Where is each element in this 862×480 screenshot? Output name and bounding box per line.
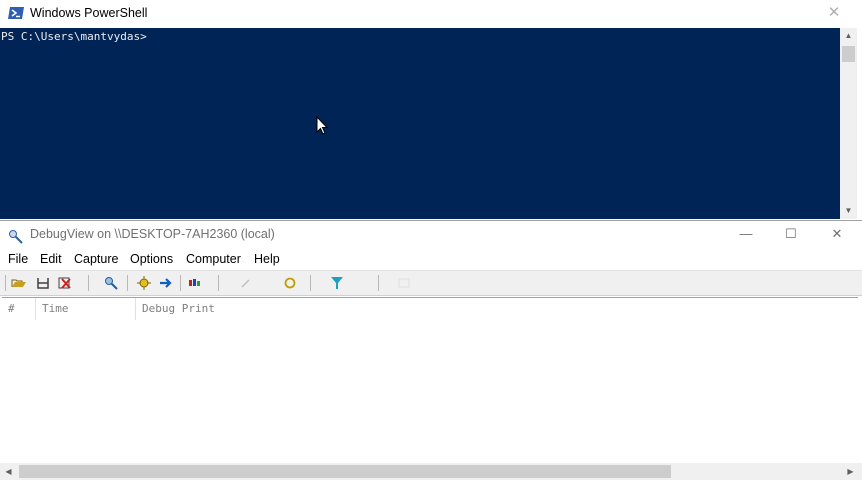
debug-output-list[interactable]: # Time Debug Print	[2, 297, 858, 463]
history-button[interactable]	[238, 275, 254, 291]
clock-button[interactable]	[188, 275, 204, 291]
powershell-window: Windows PowerShell ✕ PS C:\Users\mantvyd…	[0, 0, 862, 220]
scrollbar-thumb[interactable]	[19, 465, 671, 478]
clock-icon	[189, 279, 200, 286]
toolbar-separator	[218, 275, 219, 291]
menu-help[interactable]: Help	[254, 252, 280, 266]
menu-bar: File Edit Capture Options Computer Help	[0, 250, 862, 270]
menu-edit[interactable]: Edit	[40, 252, 62, 266]
scroll-icon	[160, 278, 172, 288]
filter-button[interactable]	[329, 275, 345, 291]
close-button[interactable]: ✕	[824, 4, 844, 22]
menu-computer[interactable]: Computer	[186, 252, 241, 266]
highlight-icon	[284, 277, 296, 289]
column-header-time[interactable]: Time	[36, 298, 136, 320]
maximize-icon: ☐	[785, 226, 797, 241]
toolbar	[0, 270, 862, 296]
log-button[interactable]	[396, 275, 412, 291]
save-icon	[37, 278, 49, 289]
window-title: DebugView on \\DESKTOP-7AH2360 (local)	[30, 227, 275, 241]
scroll-right-icon[interactable]: ▶	[842, 463, 859, 480]
debugview-window: DebugView on \\DESKTOP-7AH2360 (local) —…	[0, 220, 862, 480]
horizontal-scrollbar[interactable]: ◀ ▶	[0, 463, 862, 480]
console-vertical-scrollbar[interactable]: ▲ ▼	[840, 28, 857, 219]
history-icon	[241, 279, 250, 288]
toolbar-separator	[310, 275, 311, 291]
toolbar-separator	[127, 275, 128, 291]
highlight-button[interactable]	[282, 275, 298, 291]
console-prompt: PS C:\Users\mantvydas>	[1, 30, 147, 43]
filter-icon	[331, 277, 343, 289]
menu-options[interactable]: Options	[130, 252, 173, 266]
log-icon	[398, 278, 410, 288]
toolbar-separator	[180, 275, 181, 291]
maximize-button[interactable]: ☐	[777, 224, 805, 244]
toolbar-separator	[5, 275, 6, 291]
open-button[interactable]	[11, 275, 27, 291]
scroll-up-icon[interactable]: ▲	[840, 28, 857, 44]
capture-icon	[137, 276, 151, 290]
toolbar-separator	[378, 275, 379, 291]
debugview-icon	[8, 228, 24, 244]
clear-icon	[58, 277, 71, 289]
find-button[interactable]	[103, 275, 119, 291]
autoscroll-button[interactable]	[158, 275, 174, 291]
column-header-debug-print[interactable]: Debug Print	[136, 298, 336, 320]
toolbar-separator	[88, 275, 89, 291]
close-icon: ✕	[831, 226, 843, 241]
capture-button[interactable]	[136, 275, 152, 291]
scroll-left-icon[interactable]: ◀	[0, 463, 17, 480]
save-button[interactable]	[35, 275, 51, 291]
clear-button[interactable]	[57, 275, 73, 291]
mouse-cursor-icon	[316, 115, 329, 140]
close-icon: ✕	[827, 4, 841, 21]
scrollbar-thumb[interactable]	[842, 46, 855, 62]
window-border	[857, 0, 862, 220]
debugview-titlebar[interactable]: DebugView on \\DESKTOP-7AH2360 (local) —…	[0, 221, 862, 249]
powershell-titlebar[interactable]: Windows PowerShell ✕	[0, 0, 862, 28]
find-icon	[105, 277, 118, 290]
powershell-console[interactable]: PS C:\Users\mantvydas>	[0, 28, 840, 219]
menu-capture[interactable]: Capture	[74, 252, 118, 266]
window-title: Windows PowerShell	[30, 6, 148, 20]
scroll-down-icon[interactable]: ▼	[840, 203, 857, 219]
column-header-number[interactable]: #	[2, 298, 36, 320]
close-button[interactable]: ✕	[823, 224, 851, 244]
powershell-icon	[8, 6, 24, 20]
menu-file[interactable]: File	[8, 252, 28, 266]
open-icon	[11, 279, 26, 287]
minimize-icon: —	[739, 226, 753, 241]
minimize-button[interactable]: —	[732, 224, 760, 244]
